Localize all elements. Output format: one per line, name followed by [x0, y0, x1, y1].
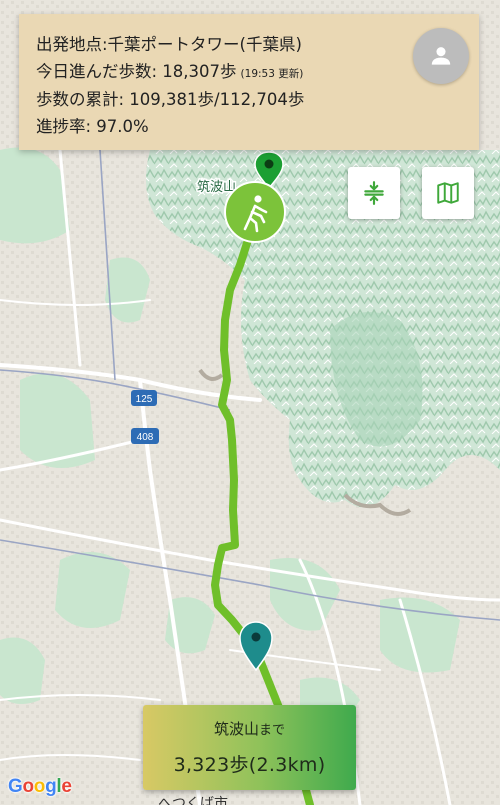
destination-suffix: まで: [259, 723, 286, 738]
map-type-button[interactable]: [422, 167, 474, 219]
last-updated-text: (19:53 更新): [240, 67, 304, 80]
summit-label: 筑波山: [197, 179, 236, 195]
walker-marker-icon[interactable]: [224, 181, 286, 243]
today-steps-text: 今日進んだ歩数: 18,307歩: [36, 61, 237, 81]
today-steps-row: 今日進んだ歩数: 18,307歩 (19:53 更新): [36, 59, 479, 88]
svg-text:125: 125: [136, 394, 153, 405]
remaining-distance: 3,323歩(2.3km): [173, 754, 326, 776]
total-steps-text: 歩数の累計: 109,381歩/112,704歩: [36, 90, 305, 109]
route-shield-125: 125: [131, 390, 157, 406]
destination-distance-box: 筑波山まで 3,323歩(2.3km): [143, 705, 356, 790]
route-shield-408: 408: [131, 428, 159, 444]
destination-name: 筑波山: [213, 720, 259, 738]
google-logo: Google: [8, 776, 72, 797]
bottom-place-label: へつくば市: [158, 795, 228, 805]
folded-map-icon: [437, 182, 459, 204]
progress-rate-text: 進捗率: 97.0%: [36, 116, 149, 136]
fit-route-button[interactable]: [348, 167, 400, 219]
svg-text:408: 408: [137, 432, 154, 443]
vertical-compress-icon: [364, 181, 384, 205]
destination-title: 筑波山まで: [143, 718, 356, 739]
person-icon: [431, 47, 451, 65]
profile-button[interactable]: [413, 28, 469, 84]
progress-info-card: 出発地点:千葉ポートタワー(千葉県) 今日進んだ歩数: 18,307歩 (19:5…: [19, 14, 479, 150]
